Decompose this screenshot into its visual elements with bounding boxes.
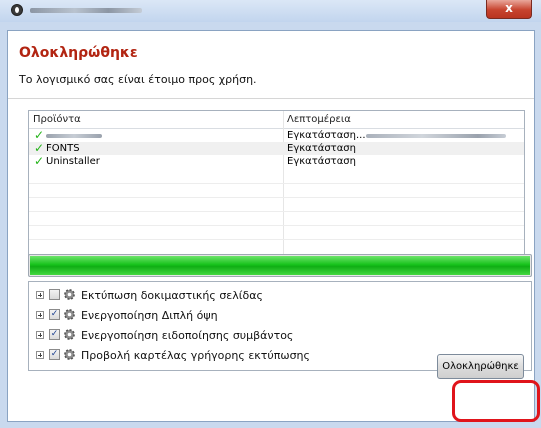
option-checkbox[interactable]: ✓: [49, 309, 60, 320]
finish-button[interactable]: Ολοκληρώθηκε: [437, 354, 524, 379]
gear-icon: [64, 349, 75, 360]
window-title-redacted: [30, 8, 142, 13]
option-item-test-page[interactable]: Εκτύπωση δοκιμαστικής σελίδας: [29, 287, 531, 305]
callout-highlight: [452, 380, 540, 422]
table-row[interactable]: ✓ FONTS Εγκατάσταση: [29, 142, 524, 155]
plus-expander-icon[interactable]: [36, 331, 44, 339]
product-name-redacted: [46, 134, 102, 138]
table-row[interactable]: ✓ Εγκατάσταση...: [29, 129, 524, 142]
gear-icon: [64, 309, 75, 320]
detail-redacted: [366, 134, 506, 138]
app-icon: [11, 4, 23, 16]
option-checkbox[interactable]: [49, 289, 60, 300]
plus-expander-icon[interactable]: [36, 351, 44, 359]
gear-icon: [64, 329, 75, 340]
empty-row-line: [29, 239, 524, 240]
page-title: Ολοκληρώθηκε: [19, 45, 138, 61]
row-detail: Εγκατάσταση...: [287, 130, 366, 141]
option-label: Προβολή καρτέλας γρήγορης εκτύπωσης: [81, 349, 310, 362]
option-label: Ενεργοποίηση ειδοποίησης συμβάντος: [81, 329, 294, 342]
column-header-details: Λεπτομέρεια: [287, 114, 351, 125]
plus-expander-icon[interactable]: [36, 311, 44, 319]
table-header: Προϊόντα Λεπτομέρεια: [29, 111, 524, 129]
empty-row-line: [29, 197, 524, 198]
title-bar: x: [0, 0, 541, 22]
progress-bar: [28, 254, 532, 277]
empty-row-line: [29, 211, 524, 212]
divider: [8, 98, 534, 99]
option-checkbox[interactable]: ✓: [49, 329, 60, 340]
option-item-duplex[interactable]: ✓ Ενεργοποίηση Διπλή όψη: [29, 307, 531, 325]
status-message: Το λογισμικό σας είναι έτοιμο προς χρήση…: [19, 73, 257, 86]
table-row[interactable]: ✓ Uninstaller Εγκατάσταση: [29, 155, 524, 168]
option-label: Εκτύπωση δοκιμαστικής σελίδας: [81, 289, 263, 302]
close-button[interactable]: x: [486, 0, 532, 19]
option-checkbox[interactable]: ✓: [49, 349, 60, 360]
option-label: Ενεργοποίηση Διπλή όψη: [81, 309, 218, 322]
row-detail: Εγκατάσταση: [287, 156, 356, 167]
empty-row-line: [29, 183, 524, 184]
installer-window: x Ολοκληρώθηκε Το λογισμικό σας είναι έτ…: [0, 0, 541, 428]
gear-icon: [64, 289, 75, 300]
row-product: FONTS: [46, 143, 80, 154]
products-table: Προϊόντα Λεπτομέρεια ✓ Εγκατάσταση... ✓ …: [28, 110, 525, 266]
row-product: Uninstaller: [46, 156, 100, 167]
plus-expander-icon[interactable]: [36, 291, 44, 299]
progress-fill: [30, 256, 530, 275]
check-icon: ✓: [34, 154, 45, 168]
empty-row-line: [29, 225, 524, 226]
option-item-event-notification[interactable]: ✓ Ενεργοποίηση ειδοποίησης συμβάντος: [29, 327, 531, 345]
column-header-products: Προϊόντα: [33, 114, 81, 125]
row-detail: Εγκατάσταση: [287, 143, 356, 154]
close-icon: x: [505, 1, 513, 15]
